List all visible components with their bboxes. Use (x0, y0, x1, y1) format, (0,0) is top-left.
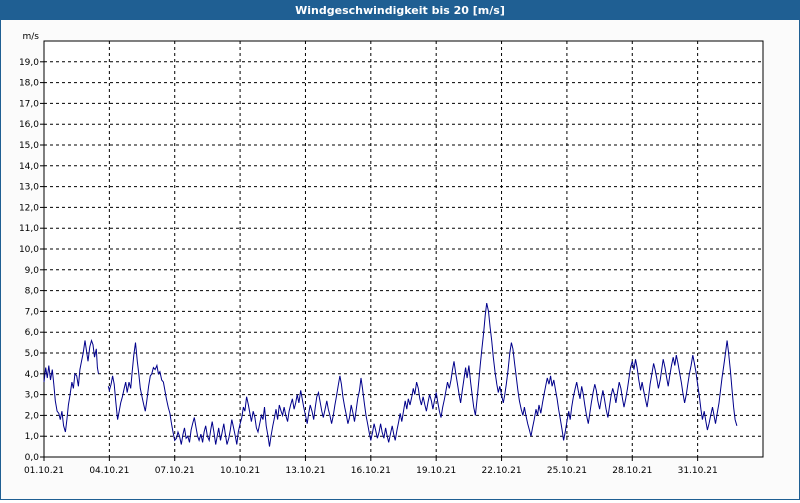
plot-background (44, 41, 763, 457)
y-tick-label: 8,0 (25, 287, 40, 297)
wind-speed-chart: 0,0 1,0 2,0 3,0 4,0 5,0 6,0 7,0 8,0 9,0 10,0 11,0 12… (19, 32, 764, 476)
y-tick-label: 1,0 (25, 432, 40, 442)
y-tick-label: 18,0 (19, 79, 39, 89)
y-tick-label: 11,0 (19, 224, 39, 234)
y-tick-label: 6,0 (25, 328, 40, 338)
y-tick-label: 14,0 (19, 162, 39, 172)
y-tick-label: 2,0 (25, 411, 40, 421)
y-tick-label: 7,0 (25, 307, 40, 317)
x-tick-label: 01.10.21 (24, 466, 64, 476)
x-tick-label: 07.10.21 (155, 466, 195, 476)
y-tick-label: 10,0 (19, 245, 39, 255)
y-tick-label: 5,0 (25, 349, 40, 359)
y-tick-label: 12,0 (19, 203, 39, 213)
y-tick-label: 3,0 (25, 391, 40, 401)
y-tick-label: 13,0 (19, 183, 39, 193)
x-tick-label: 25.10.21 (547, 466, 587, 476)
x-tick-label: 28.10.21 (612, 466, 652, 476)
y-tick-label: 17,0 (19, 99, 39, 109)
x-tick-label: 04.10.21 (89, 466, 129, 476)
x-tick-label: 16.10.21 (351, 466, 391, 476)
y-tick-label: 16,0 (19, 120, 39, 130)
y-tick-label: 15,0 (19, 141, 39, 151)
x-tick-label: 19.10.21 (416, 466, 456, 476)
window-title: Windgeschwindigkeit bis 20 [m/s] (1, 1, 799, 20)
x-tick-label: 22.10.21 (482, 466, 522, 476)
x-tick-label: 31.10.21 (678, 466, 718, 476)
y-tick-label: 9,0 (25, 266, 40, 276)
y-tick-label: 0,0 (25, 453, 40, 463)
chart-window: Windgeschwindigkeit bis 20 [m/s] 0,0 1,0 2… (0, 0, 800, 500)
y-tick-label: 4,0 (25, 370, 40, 380)
chart-area: 0,0 1,0 2,0 3,0 4,0 5,0 6,0 7,0 8,0 9,0 10,0 11,0 12… (1, 20, 799, 499)
x-tick-label: 13.10.21 (285, 466, 325, 476)
y-tick-label: 19,0 (19, 58, 39, 68)
x-tick-label: 10.10.21 (220, 466, 260, 476)
y-axis-label: m/s (23, 32, 40, 42)
